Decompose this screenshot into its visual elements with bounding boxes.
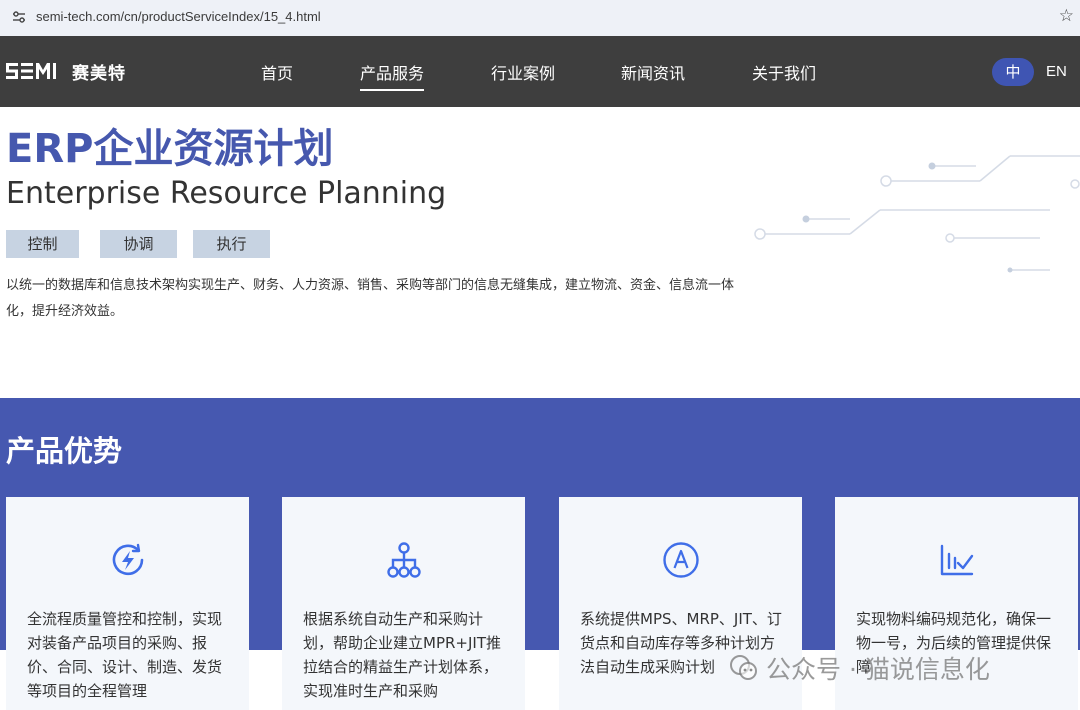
advantage-card-1: 全流程质量管控和控制，实现对装备产品项目的采购、报价、合同、设计、制造、发货等项… [6,497,249,710]
url-text[interactable]: semi-tech.com/cn/productServiceIndex/15_… [36,9,321,24]
site-logo[interactable]: 赛美特 [6,60,126,84]
circuit-decoration [754,155,1080,273]
hero-description: 以统一的数据库和信息技术架构实现生产、财务、人力资源、销售、采购等部门的信息无缝… [6,278,735,319]
nav-item-products[interactable]: 产品服务 [360,60,425,91]
site-settings-icon[interactable] [12,10,26,24]
bookmark-star-icon[interactable]: ☆ [1059,6,1074,26]
advantage-text-2: 根据系统自动生产和采购计划，帮助企业建立MPR+JIT推拉结合的精益生产计划体系… [303,610,501,700]
nav-item-cases[interactable]: 行业案例 [491,60,555,84]
hierarchy-icon [387,542,421,578]
page-title: ERP企业资源计划 [6,126,334,172]
lightning-circle-icon [112,543,144,576]
watermark-text: 公众号 · 猫说信息化 [766,655,990,684]
logo-cn-text: 赛美特 [72,63,126,84]
letter-a-circle-icon [663,542,699,578]
wechat-watermark: 公众号 · 猫说信息化 [728,650,990,686]
page-subtitle: Enterprise Resource Planning [6,176,447,211]
tag-execute: 执行 [193,230,270,258]
advantages-title: 产品优势 [6,434,123,468]
nav-item-about[interactable]: 关于我们 [752,60,816,84]
lang-zh-button[interactable]: 中 [992,58,1034,86]
top-navbar: 赛美特 首页 产品服务 行业案例 新闻资讯 关于我们 中 EN [0,36,1080,107]
browser-address-bar[interactable]: semi-tech.com/cn/productServiceIndex/15_… [0,0,1080,36]
lang-en-button[interactable]: EN [1046,63,1067,80]
advantage-text-1: 全流程质量管控和控制，实现对装备产品项目的采购、报价、合同、设计、制造、发货等项… [27,610,223,700]
nav-item-home[interactable]: 首页 [261,60,293,84]
advantage-card-2: 根据系统自动生产和采购计划，帮助企业建立MPR+JIT推拉结合的精益生产计划体系… [282,497,525,710]
nav-item-news[interactable]: 新闻资讯 [621,60,685,84]
tag-control: 控制 [6,230,79,258]
wechat-icon [730,655,757,680]
semi-logo-mark [6,63,56,79]
checklist-chart-icon [940,544,974,576]
tag-coordinate: 协调 [100,230,177,258]
